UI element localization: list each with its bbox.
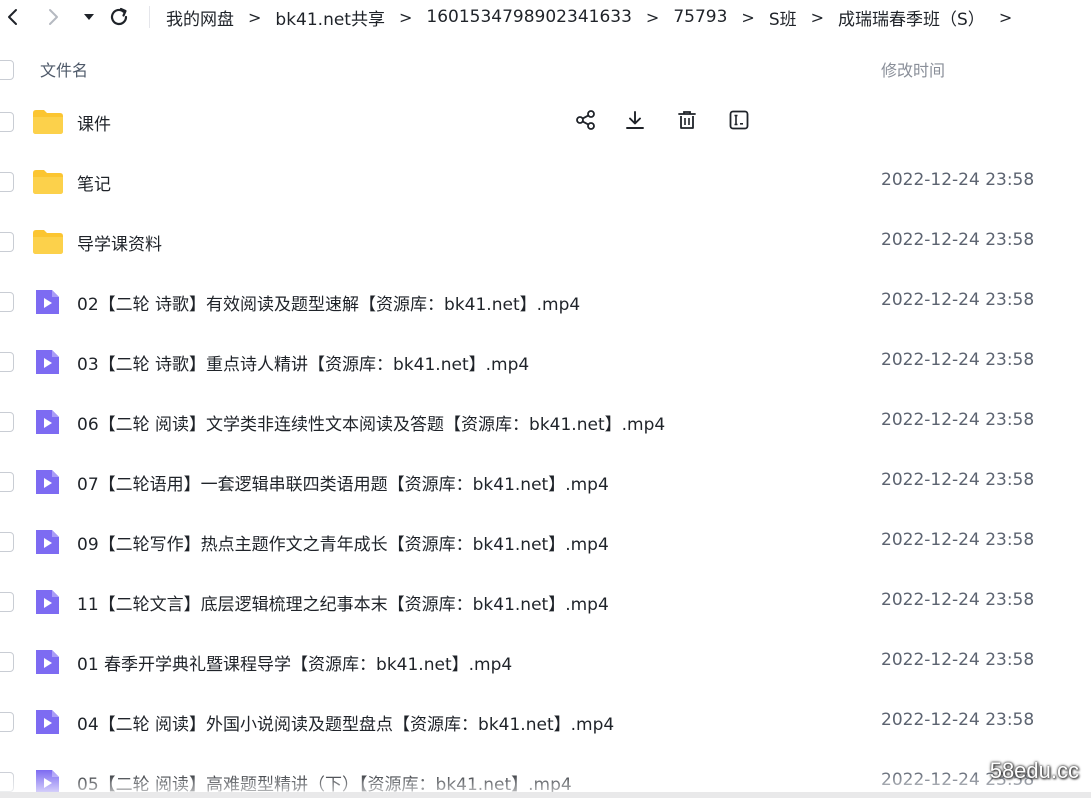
file-modified-time: 2022-12-24 23:58: [881, 530, 1035, 550]
file-name[interactable]: 09【二轮写作】热点主题作文之青年成长【资源库：bk41.net】.mp4: [77, 530, 609, 555]
file-name[interactable]: 导学课资料: [77, 230, 162, 255]
file-modified-time: 2022-12-24 23:58: [881, 470, 1035, 490]
file-name[interactable]: 02【二轮 诗歌】有效阅读及题型速解【资源库：bk41.net】.mp4: [77, 290, 580, 315]
breadcrumb: 我的网盘 > bk41.net共享 >1601534798902341633 >7579…: [166, 4, 1026, 30]
share-icon: [575, 109, 597, 135]
breadcrumb-item[interactable]: 我的网盘: [166, 5, 234, 30]
horizontal-scrollbar[interactable]: [0, 792, 1091, 798]
row-checkbox[interactable]: [0, 292, 14, 312]
breadcrumb-separator: >: [741, 7, 755, 27]
video-file-icon: [32, 707, 62, 737]
video-file-icon: [32, 527, 62, 557]
file-modified-time: 2022-12-24 23:58: [881, 350, 1035, 370]
breadcrumb-item[interactable]: S班: [769, 5, 797, 30]
breadcrumb-separator[interactable]: >: [999, 8, 1012, 27]
file-modified-time: 2022-12-24 23:58: [881, 710, 1035, 730]
row-actions: [0, 109, 760, 135]
file-name[interactable]: 04【二轮 阅读】外国小说阅读及题型盘点【资源库：bk41.net】.mp4: [77, 710, 614, 735]
folder-row[interactable]: 课件: [0, 92, 1091, 152]
download-button[interactable]: [622, 109, 648, 135]
file-modified-time: 2022-12-24 23:58: [881, 170, 1035, 190]
toolbar-divider: [149, 6, 150, 28]
breadcrumb-item[interactable]: 75793: [673, 7, 727, 27]
list-header: 文件名 修改时间: [0, 56, 1091, 82]
file-row[interactable]: 04【二轮 阅读】外国小说阅读及题型盘点【资源库：bk41.net】.mp4 20…: [0, 692, 1091, 752]
folder-row[interactable]: 导学课资料 2022-12-24 23:58: [0, 212, 1091, 272]
file-row[interactable]: 07【二轮语用】一套逻辑串联四类语用题【资源库：bk41.net】.mp4 202…: [0, 452, 1091, 512]
folder-row[interactable]: 笔记 2022-12-24 23:58: [0, 152, 1091, 212]
file-name[interactable]: 11【二轮文言】底层逻辑梳理之纪事本末【资源库：bk41.net】.mp4: [77, 590, 609, 615]
file-modified-time: 2022-12-24 23:58: [881, 590, 1035, 610]
video-file-icon: [32, 287, 62, 317]
column-header-time[interactable]: 修改时间: [881, 57, 945, 81]
row-checkbox[interactable]: [0, 232, 14, 252]
file-name[interactable]: 06【二轮 阅读】文学类非连续性文本阅读及答题【资源库：bk41.net】.mp…: [77, 410, 665, 435]
trash-icon: [676, 109, 698, 135]
chevron-left-icon: [8, 9, 17, 25]
file-modified-time: 2022-12-24 23:58: [881, 230, 1035, 250]
file-browser: 我的网盘 > bk41.net共享 >1601534798902341633 >7579…: [0, 0, 1091, 798]
row-checkbox[interactable]: [0, 472, 14, 492]
video-file-icon: [32, 587, 62, 617]
row-checkbox[interactable]: [0, 592, 14, 612]
row-checkbox[interactable]: [0, 712, 14, 732]
row-checkbox[interactable]: [0, 652, 14, 672]
row-checkbox[interactable]: [0, 352, 14, 372]
file-row[interactable]: 09【二轮写作】热点主题作文之青年成长【资源库：bk41.net】.mp4 202…: [0, 512, 1091, 572]
chevron-right-icon: [49, 9, 58, 25]
file-row[interactable]: 02【二轮 诗歌】有效阅读及题型速解【资源库：bk41.net】.mp4 2022…: [0, 272, 1091, 332]
file-name[interactable]: 07【二轮语用】一套逻辑串联四类语用题【资源库：bk41.net】.mp4: [77, 470, 609, 495]
refresh-icon: [110, 7, 128, 26]
breadcrumb-item[interactable]: 1601534798902341633: [426, 7, 632, 27]
video-file-icon: [32, 647, 62, 677]
row-checkbox[interactable]: [0, 412, 14, 432]
folder-icon: [32, 167, 63, 197]
file-name[interactable]: 笔记: [77, 170, 111, 195]
share-button[interactable]: [573, 109, 599, 135]
video-file-icon: [32, 467, 62, 497]
folder-icon: [32, 227, 63, 257]
video-file-icon: [32, 347, 62, 377]
breadcrumb-separator: >: [398, 7, 413, 27]
file-modified-time: 2022-12-24 23:58: [881, 650, 1035, 670]
file-modified-time: 2022-12-24 23:58: [881, 290, 1035, 310]
breadcrumb-separator: >: [248, 7, 262, 27]
delete-button[interactable]: [674, 109, 700, 135]
download-icon: [624, 109, 646, 135]
file-name[interactable]: 03【二轮 诗歌】重点诗人精讲【资源库：bk41.net】.mp4: [77, 350, 529, 375]
file-name[interactable]: 01 春季开学典礼暨课程导学【资源库：bk41.net】.mp4: [77, 650, 512, 675]
select-all-checkbox[interactable]: [0, 60, 14, 80]
file-modified-time: 2022-12-24 23:58: [881, 410, 1035, 430]
video-file-icon: [32, 407, 62, 437]
back-button[interactable]: [0, 4, 26, 30]
refresh-button[interactable]: [106, 4, 132, 30]
watermark: 58edu.cc: [989, 758, 1079, 783]
breadcrumb-item[interactable]: bk41.net共享: [275, 5, 385, 30]
breadcrumb-separator: >: [810, 7, 825, 27]
breadcrumb-separator: >: [645, 7, 660, 27]
forward-button[interactable]: [40, 4, 66, 30]
file-row[interactable]: 01 春季开学典礼暨课程导学【资源库：bk41.net】.mp4 2022-12-…: [0, 632, 1091, 692]
rename-button[interactable]: [726, 109, 752, 135]
caret-down-icon: [84, 14, 94, 20]
column-header-name[interactable]: 文件名: [40, 57, 88, 81]
breadcrumb-item[interactable]: 成瑞瑞春季班（S）: [838, 5, 985, 30]
rename-icon: [728, 109, 750, 135]
file-row[interactable]: 11【二轮文言】底层逻辑梳理之纪事本末【资源库：bk41.net】.mp4 202…: [0, 572, 1091, 632]
file-row[interactable]: 06【二轮 阅读】文学类非连续性文本阅读及答题【资源库：bk41.net】.mp…: [0, 392, 1091, 452]
file-row[interactable]: 03【二轮 诗歌】重点诗人精讲【资源库：bk41.net】.mp4 2022-12…: [0, 332, 1091, 392]
history-dropdown-button[interactable]: [76, 4, 102, 30]
row-checkbox[interactable]: [0, 172, 14, 192]
toolbar: 我的网盘 > bk41.net共享 >1601534798902341633 >7579…: [0, 0, 1091, 36]
row-checkbox[interactable]: [0, 532, 14, 552]
